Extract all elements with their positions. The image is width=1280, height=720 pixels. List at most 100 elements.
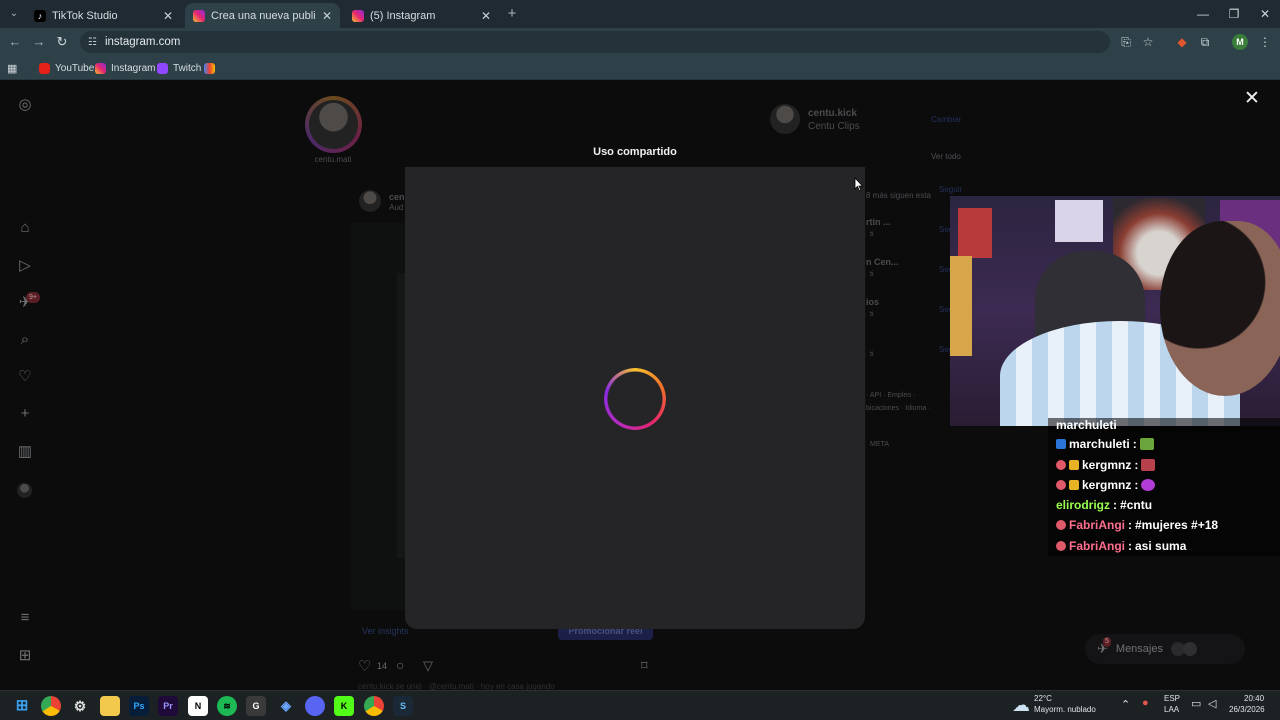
- microphone-icon[interactable]: ●: [1142, 697, 1149, 709]
- twitch-icon: [157, 62, 168, 74]
- bookmark-youtube[interactable]: YouTube: [39, 61, 94, 75]
- close-tab-icon[interactable]: ✕: [322, 9, 332, 23]
- bookmarks-bar: ▦ YouTube Instagram Twitch: [0, 56, 1280, 80]
- footer-links: · API · Empleo ·: [866, 392, 916, 399]
- premiere-icon[interactable]: Pr: [158, 696, 178, 716]
- tray-chevron-icon[interactable]: ⌃: [1121, 698, 1130, 711]
- steam-icon[interactable]: S: [393, 696, 413, 716]
- spotify-icon[interactable]: ≋: [217, 696, 237, 716]
- app-g-icon[interactable]: G: [246, 696, 266, 716]
- profile-avatar[interactable]: M: [1232, 34, 1248, 50]
- view-insights-link[interactable]: Ver insights: [362, 626, 409, 636]
- bookmark-instagram[interactable]: Instagram: [95, 61, 155, 75]
- reload-icon[interactable]: ↻: [53, 33, 71, 51]
- close-tab-icon[interactable]: ✕: [481, 9, 491, 23]
- back-icon[interactable]: ←: [6, 33, 24, 51]
- address-bar[interactable]: ☷ instagram.com: [80, 31, 1110, 53]
- minimize-icon[interactable]: —: [1188, 4, 1218, 24]
- comment-icon[interactable]: ○: [396, 657, 404, 673]
- stream-chat: marchuleti marchuleti : kergmnz : kergmn…: [1048, 418, 1280, 556]
- reels-icon[interactable]: ▷: [16, 257, 34, 275]
- bookmark-star-icon[interactable]: ☆: [1140, 34, 1156, 50]
- instagram-icon: [352, 9, 364, 22]
- post-avatar[interactable]: [359, 190, 381, 212]
- network-icon[interactable]: ▭: [1191, 697, 1201, 710]
- save-icon[interactable]: ⌑: [641, 658, 648, 674]
- extension-icon[interactable]: ◆: [1174, 34, 1190, 50]
- suggestion-hint: 8 más siguen esta: [866, 191, 931, 200]
- see-all-link[interactable]: Ver todo: [931, 152, 961, 161]
- story-avatar: [309, 100, 358, 149]
- language-layout: LAA: [1164, 705, 1180, 714]
- tiktok-icon: ♪: [34, 9, 46, 22]
- youtube-icon: [39, 62, 50, 74]
- menu-kebab-icon[interactable]: ⋮: [1257, 34, 1273, 50]
- browser-tab-strip: ⌄ ♪ TikTok Studio ✕ Crea una nueva publi…: [0, 0, 1280, 28]
- profile-avatar[interactable]: [17, 483, 32, 498]
- insights-icon[interactable]: ▥: [16, 443, 34, 461]
- new-tab-icon[interactable]: +: [503, 5, 521, 23]
- switch-account-link[interactable]: Cambiar: [931, 115, 961, 124]
- meta-apps-icon[interactable]: ⊞: [16, 647, 34, 665]
- extensions-puzzle-icon[interactable]: ⧉: [1197, 34, 1213, 50]
- app-icon[interactable]: ◈: [276, 696, 296, 716]
- footer-meta: META: [870, 441, 889, 448]
- install-app-icon[interactable]: ⎘: [1118, 34, 1134, 50]
- chat-message: marchuleti: [1056, 418, 1117, 432]
- window-close-icon[interactable]: ✕: [1250, 4, 1280, 24]
- instagram-icon: [95, 62, 106, 74]
- file-explorer-icon[interactable]: [100, 696, 120, 716]
- chrome-icon[interactable]: [364, 696, 384, 716]
- bookmark-gmail[interactable]: [204, 61, 215, 75]
- sub-badge-icon: [1056, 541, 1066, 551]
- suggested-row-sub: ti: [870, 271, 874, 278]
- notion-icon[interactable]: N: [188, 696, 208, 716]
- home-icon[interactable]: ⌂: [16, 219, 34, 237]
- footer-links: bicaciones · Idioma ·: [866, 405, 931, 412]
- chat-message: kergmnz :: [1056, 476, 1156, 494]
- like-icon[interactable]: ♡: [358, 657, 371, 675]
- site-info-icon[interactable]: ☷: [88, 37, 97, 48]
- chat-message: marchuleti :: [1056, 435, 1154, 453]
- tab-search-icon[interactable]: ⌄: [5, 5, 23, 23]
- weather-icon[interactable]: ☁: [1012, 695, 1030, 716]
- suggested-avatar[interactable]: [770, 104, 800, 134]
- sub-badge-icon: [1056, 480, 1066, 490]
- heart-icon[interactable]: ♡: [16, 368, 34, 386]
- share-icon[interactable]: ▽: [423, 658, 433, 674]
- emote-icon: [1139, 438, 1154, 450]
- forward-icon[interactable]: →: [30, 33, 48, 51]
- kick-icon[interactable]: K: [334, 696, 354, 716]
- suggested-row-name: n Cen...: [866, 257, 899, 267]
- tab-instagram[interactable]: (5) Instagram ✕: [344, 3, 499, 28]
- browser-toolbar: ← → ↻ ☷ instagram.com ⎘ ☆ ◆ ⧉ M ⋮: [0, 28, 1280, 56]
- search-icon[interactable]: ⌕: [16, 331, 34, 349]
- suggested-username[interactable]: centu.kick: [808, 108, 857, 119]
- gmail-icon: [204, 62, 215, 74]
- restore-icon[interactable]: ❐: [1219, 4, 1249, 24]
- follow-link[interactable]: Seguir: [939, 185, 962, 194]
- photoshop-icon[interactable]: Ps: [129, 696, 149, 716]
- tab-tiktok-studio[interactable]: ♪ TikTok Studio ✕: [26, 3, 181, 28]
- chrome-icon[interactable]: [41, 696, 61, 716]
- volume-icon[interactable]: ◁: [1208, 697, 1216, 710]
- discord-icon[interactable]: [305, 696, 325, 716]
- tab-instagram-new-post[interactable]: Crea una nueva publicación • In ✕: [185, 3, 340, 28]
- close-modal-icon[interactable]: ✕: [1243, 89, 1261, 108]
- create-icon[interactable]: +: [16, 405, 34, 423]
- cursor-icon: [854, 177, 864, 192]
- post-username[interactable]: cen: [389, 192, 405, 202]
- clock-date[interactable]: 26/3/2026: [1229, 705, 1265, 714]
- tab-title: Crea una nueva publicación • In: [211, 9, 316, 22]
- instagram-logo-icon[interactable]: ◎: [16, 96, 34, 114]
- language-indicator[interactable]: ESP: [1164, 694, 1180, 703]
- apps-grid-icon[interactable]: ▦: [7, 61, 17, 75]
- close-tab-icon[interactable]: ✕: [163, 9, 173, 23]
- clock-time[interactable]: 20:40: [1244, 694, 1264, 703]
- more-menu-icon[interactable]: ≡: [16, 609, 34, 627]
- crown-badge-icon: [1069, 480, 1079, 490]
- app-icon[interactable]: ⚙: [70, 696, 90, 716]
- windows-start-icon[interactable]: ⊞: [12, 696, 32, 716]
- bookmark-twitch[interactable]: Twitch: [157, 61, 201, 75]
- emote-icon: [1141, 459, 1156, 471]
